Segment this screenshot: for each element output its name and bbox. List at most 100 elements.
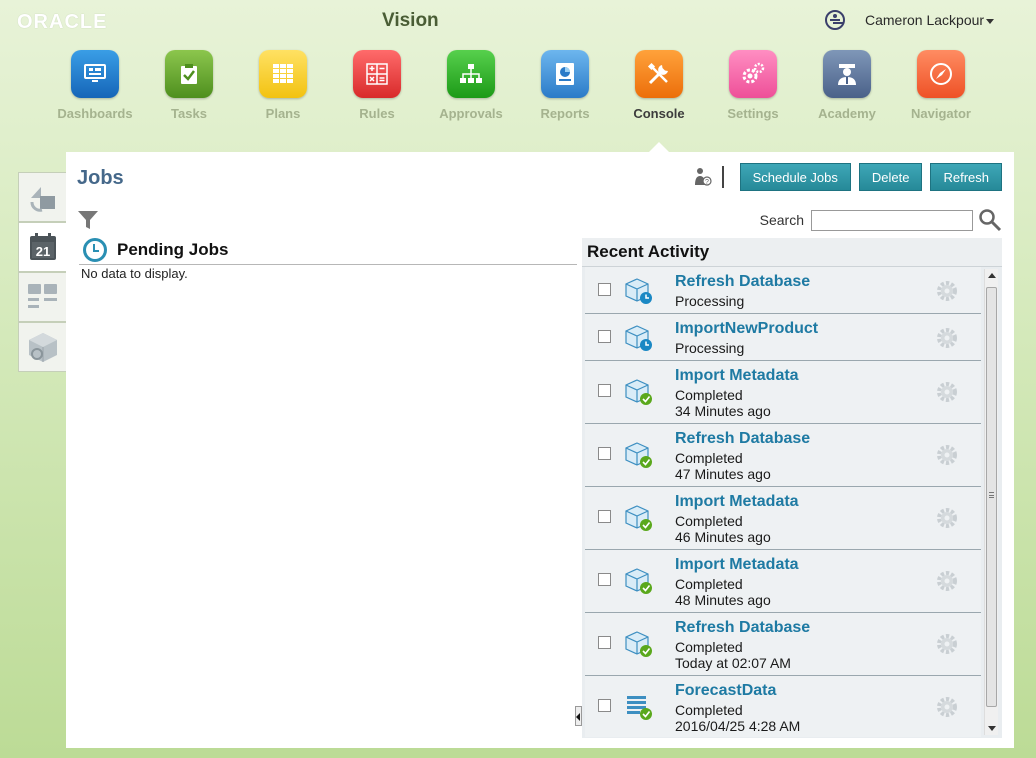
cube-target-icon <box>28 333 57 362</box>
cube-processing-icon <box>625 325 652 351</box>
job-status: Completed <box>675 639 743 655</box>
cube-completed-icon <box>625 379 652 405</box>
nav-approvals[interactable]: Approvals <box>424 50 518 121</box>
filter-icon[interactable] <box>77 209 99 231</box>
search-icon[interactable] <box>978 208 1002 232</box>
nav-plans[interactable]: Plans <box>236 50 330 121</box>
job-status: Processing <box>675 340 745 356</box>
table-row: Refresh Database Completed Today at 02:0… <box>585 613 981 676</box>
pending-jobs-title: Pending Jobs <box>117 240 229 259</box>
table-row: ForecastData Completed 2016/04/25 4:28 A… <box>585 676 981 737</box>
side-tab-library[interactable] <box>18 272 67 322</box>
row-checkbox[interactable] <box>598 699 611 712</box>
row-checkbox[interactable] <box>598 384 611 397</box>
job-timestamp: Today at 02:07 AM <box>675 655 791 671</box>
grip-icon <box>989 492 994 498</box>
gear-icon[interactable] <box>935 632 959 656</box>
job-timestamp: 48 Minutes ago <box>675 592 771 608</box>
job-title-link[interactable]: Import Metadata <box>675 367 799 385</box>
job-timestamp: 2016/04/25 4:28 AM <box>675 718 801 734</box>
scroll-down-arrow[interactable] <box>988 726 996 731</box>
row-checkbox[interactable] <box>598 573 611 586</box>
cube-completed-icon <box>625 442 652 468</box>
gear-icon[interactable] <box>935 443 959 467</box>
job-title-link[interactable]: Refresh Database <box>675 430 810 448</box>
row-checkbox[interactable] <box>598 283 611 296</box>
calendar-icon: 21 <box>29 233 56 260</box>
list-scrollbar[interactable] <box>984 269 998 735</box>
table-row: Import Metadata Completed 48 Minutes ago <box>585 550 981 613</box>
job-title-link[interactable]: ImportNewProduct <box>675 320 818 338</box>
job-title-link[interactable]: Import Metadata <box>675 493 799 511</box>
nav-reports[interactable]: Reports <box>518 50 612 121</box>
job-status: Processing <box>675 293 745 309</box>
row-checkbox[interactable] <box>598 330 611 343</box>
delete-button[interactable]: Delete <box>858 163 923 191</box>
nav-rules[interactable]: Rules <box>330 50 424 121</box>
job-timestamp: 47 Minutes ago <box>675 466 771 482</box>
job-title-link[interactable]: ForecastData <box>675 682 776 700</box>
gear-icon[interactable] <box>935 326 959 350</box>
recent-activity-list: Refresh Database Processing ImportNewPro… <box>585 267 981 737</box>
job-status: Completed <box>675 576 743 592</box>
nav-navigator[interactable]: Navigator <box>894 50 988 121</box>
nav-dashboards[interactable]: Dashboards <box>48 50 142 121</box>
table-row: Import Metadata Completed 34 Minutes ago <box>585 361 981 424</box>
gear-icon[interactable] <box>935 569 959 593</box>
pending-jobs-section: Pending Jobs No data to display. <box>79 238 577 281</box>
side-tab-jobs[interactable]: 21 <box>18 222 67 272</box>
oracle-logo: ORACLE <box>17 11 108 33</box>
chevron-down-icon <box>986 18 995 24</box>
console-icon <box>635 50 683 98</box>
gear-icon[interactable] <box>935 380 959 404</box>
user-menu[interactable]: Cameron Lackpour <box>865 12 995 28</box>
row-checkbox[interactable] <box>598 447 611 460</box>
search-input[interactable] <box>811 209 973 231</box>
nav-console[interactable]: Console <box>612 50 706 121</box>
recent-activity-title: Recent Activity <box>582 238 1002 267</box>
dashboards-icon <box>71 50 119 98</box>
collapse-pane-handle[interactable] <box>575 706 582 726</box>
rules-icon <box>353 50 401 98</box>
page-title: Jobs <box>77 167 124 189</box>
pending-jobs-header: Pending Jobs <box>79 238 577 265</box>
cube-processing-icon <box>625 278 652 304</box>
accessibility-icon[interactable] <box>825 10 845 30</box>
table-row: Refresh Database Processing <box>585 267 981 314</box>
cube-completed-icon <box>625 631 652 657</box>
job-timestamp: 34 Minutes ago <box>675 403 771 419</box>
pending-empty-message: No data to display. <box>81 266 188 281</box>
navigator-icon <box>917 50 965 98</box>
nav-tasks[interactable]: Tasks <box>142 50 236 121</box>
side-tabs: 21 <box>18 172 67 372</box>
refresh-button[interactable]: Refresh <box>930 163 1002 191</box>
svg-text:21: 21 <box>35 244 49 259</box>
search-bar: Search <box>760 208 1002 232</box>
user-help-icon[interactable]: ? <box>694 167 712 187</box>
side-tab-application[interactable] <box>18 322 67 372</box>
reports-icon <box>541 50 589 98</box>
job-title-link[interactable]: Refresh Database <box>675 619 810 637</box>
job-status: Completed <box>675 702 743 718</box>
side-tab-overview[interactable] <box>18 172 67 222</box>
plans-icon <box>259 50 307 98</box>
approvals-icon <box>447 50 495 98</box>
gear-icon[interactable] <box>935 695 959 719</box>
row-checkbox[interactable] <box>598 510 611 523</box>
job-title-link[interactable]: Import Metadata <box>675 556 799 574</box>
gear-icon[interactable] <box>935 279 959 303</box>
scroll-up-arrow[interactable] <box>988 273 996 278</box>
schedule-jobs-button[interactable]: Schedule Jobs <box>739 163 851 191</box>
nav-settings[interactable]: Settings <box>706 50 800 121</box>
gear-icon[interactable] <box>935 506 959 530</box>
toolbar-divider <box>721 166 724 188</box>
scroll-thumb[interactable] <box>986 287 997 707</box>
app-title: Vision <box>382 10 439 31</box>
job-title-link[interactable]: Refresh Database <box>675 273 810 291</box>
row-checkbox[interactable] <box>598 636 611 649</box>
job-timestamp: 46 Minutes ago <box>675 529 771 545</box>
table-row: ImportNewProduct Processing <box>585 314 981 361</box>
main-nav: Dashboards Tasks Plans Rules Approvals R… <box>48 50 988 121</box>
table-row: Import Metadata Completed 46 Minutes ago <box>585 487 981 550</box>
nav-academy[interactable]: Academy <box>800 50 894 121</box>
